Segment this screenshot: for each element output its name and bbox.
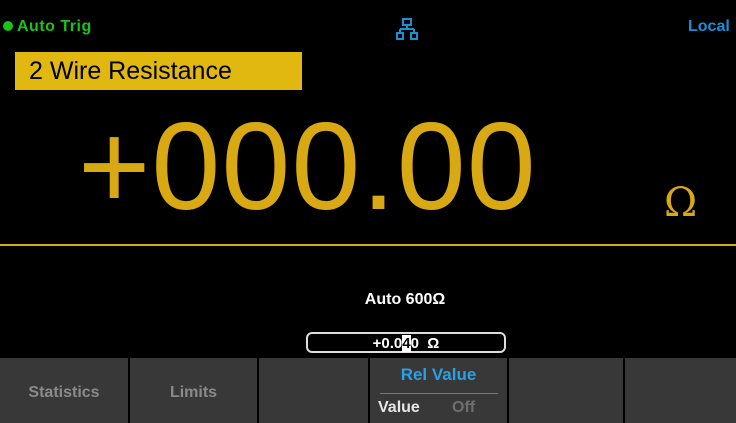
reading-divider — [0, 244, 736, 246]
lan-network-icon — [396, 18, 418, 40]
softkey-statistics[interactable]: Statistics — [0, 358, 128, 423]
softkey-limits[interactable]: Limits — [130, 358, 257, 423]
trigger-status-dot-icon — [3, 21, 13, 31]
softkey-rel-value[interactable]: Rel Value Value Off — [370, 358, 507, 423]
softkey-statistics-label: Statistics — [28, 384, 100, 401]
status-bar: Auto Trig Local — [0, 0, 736, 44]
rel-value-input[interactable]: +0.040 Ω — [306, 332, 506, 353]
unit-symbol: Ω — [664, 180, 698, 226]
rel-value-suffix: 0 Ω — [410, 335, 440, 352]
remote-state-label: Local — [688, 18, 730, 35]
softkey-rel-value-divider — [380, 393, 498, 394]
softkey-empty-6[interactable] — [625, 358, 736, 423]
rel-value-prefix: +0.0 — [372, 335, 403, 352]
rel-value-cursor-digit[interactable]: 4 — [402, 335, 411, 352]
rel-value-option-on: Value — [378, 399, 420, 416]
softkey-empty-5[interactable] — [509, 358, 623, 423]
rel-value-text: +0.040 Ω — [308, 335, 504, 352]
softkey-limits-label: Limits — [169, 384, 218, 401]
function-name: 2 Wire Resistance — [29, 57, 232, 85]
range-label: Auto 600Ω — [364, 291, 446, 308]
function-banner: 2 Wire Resistance — [15, 52, 302, 90]
trigger-mode-label: Auto Trig — [17, 18, 92, 35]
main-reading: +000.00 — [78, 98, 537, 236]
rel-value-option-off: Off — [452, 399, 476, 416]
softkey-rel-value-title: Rel Value — [400, 365, 477, 384]
softkey-empty-3[interactable] — [259, 358, 368, 423]
